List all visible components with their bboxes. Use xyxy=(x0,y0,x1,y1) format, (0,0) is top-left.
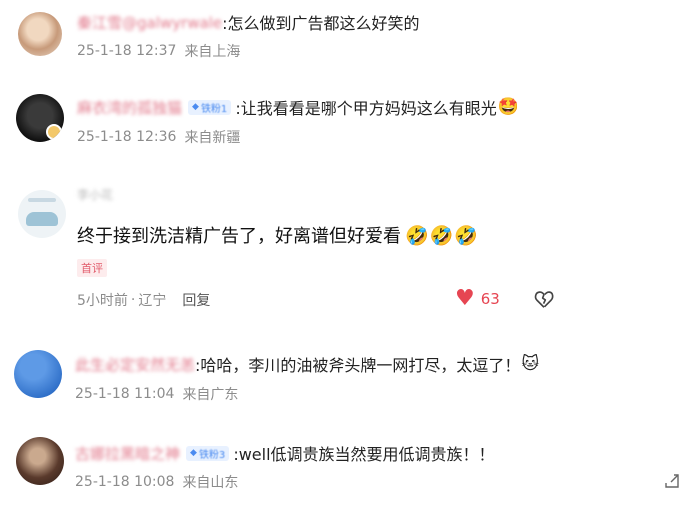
diamond-icon: ◆ xyxy=(190,448,197,458)
diamond-icon: ◆ xyxy=(192,102,199,112)
avatar[interactable] xyxy=(14,350,62,398)
username[interactable]: 此生必定安然无恙 xyxy=(75,354,195,375)
username[interactable]: 麻衣湾的孤独猫 xyxy=(77,97,182,118)
comment-3-meta: 5小时前 · 辽宁 回复 xyxy=(77,290,211,310)
location: 来自新疆 xyxy=(184,130,241,146)
username[interactable]: 秦江雪@galwyrwale xyxy=(77,12,222,33)
comment-5-header: 古娜拉黑暗之神 ◆ 铁粉3 :well低调贵族当然要用低调贵族！！ xyxy=(75,441,495,465)
comment-3-tag: 首评 xyxy=(77,259,107,277)
username[interactable]: 古娜拉黑暗之神 xyxy=(75,443,180,464)
comment-text: 终于接到洗洁精广告了，好离谱但好爱看 xyxy=(77,226,401,247)
emoji: 🐱 xyxy=(521,354,540,374)
timestamp: 25-1-18 10:08 xyxy=(75,474,175,490)
comment-text: :让我看看是哪个甲方妈妈这么有眼光 xyxy=(235,99,497,118)
location: 来自上海 xyxy=(184,44,241,60)
fan-badge: ◆ 铁粉1 xyxy=(188,99,232,115)
like-count: 63 xyxy=(480,290,500,308)
emoji: 🤩 xyxy=(497,97,519,117)
comment-5-meta: 25-1-18 10:08 来自山东 xyxy=(75,472,238,492)
location: 来自山东 xyxy=(182,475,239,491)
username[interactable]: 李小花 xyxy=(77,186,113,203)
comment-2-meta: 25-1-18 12:36 来自新疆 xyxy=(77,127,240,147)
avatar[interactable] xyxy=(16,437,64,485)
status-dot-icon xyxy=(46,124,62,140)
share-corner-icon[interactable] xyxy=(664,473,680,489)
timestamp: 25-1-18 11:04 xyxy=(75,386,175,402)
reply-button[interactable]: 回复 xyxy=(182,290,210,310)
comment-4-header: 此生必定安然无恙 :哈哈，李川的油被斧头牌一网打尽，太逗了！ 🐱 xyxy=(75,352,539,376)
timestamp: 25-1-18 12:37 xyxy=(77,43,177,59)
comment-4-meta: 25-1-18 11:04 来自广东 xyxy=(75,384,238,404)
emoji: 🤣 xyxy=(429,224,454,247)
timestamp: 25-1-18 12:36 xyxy=(77,129,177,145)
heart-icon[interactable]: ♥ xyxy=(455,288,475,310)
fan-badge: ◆ 铁粉3 xyxy=(186,445,230,461)
broken-heart-icon[interactable] xyxy=(533,288,555,310)
first-comment-badge: 首评 xyxy=(77,259,107,277)
comment-3-header: 李小花 xyxy=(77,186,113,203)
emoji: 🤣 xyxy=(405,224,429,247)
relative-time: 5小时前 xyxy=(77,293,128,309)
location: 辽宁 xyxy=(138,293,167,309)
avatar[interactable] xyxy=(18,190,66,238)
comment-2-header: 麻衣湾的孤独猫 ◆ 铁粉1 :让我看看是哪个甲方妈妈这么有眼光 🤩 xyxy=(77,95,519,119)
avatar[interactable] xyxy=(18,12,62,56)
comment-text: :怎么做到广告都这么好笑的 xyxy=(222,14,420,33)
comment-3-body: 终于接到洗洁精广告了，好离谱但好爱看 🤣 🤣 🤣 xyxy=(77,222,478,248)
avatar[interactable] xyxy=(16,94,64,142)
comment-text: :well低调贵族当然要用低调贵族！！ xyxy=(233,445,495,464)
comment-1-header: 秦江雪@galwyrwale :怎么做到广告都这么好笑的 xyxy=(77,10,419,34)
like-button[interactable]: ♥ 63 xyxy=(455,288,500,310)
comment-1-meta: 25-1-18 12:37 来自上海 xyxy=(77,41,240,61)
comment-text: :哈哈，李川的油被斧头牌一网打尽，太逗了！ xyxy=(195,356,521,375)
emoji: 🤣 xyxy=(454,224,479,247)
location: 来自广东 xyxy=(182,387,239,403)
